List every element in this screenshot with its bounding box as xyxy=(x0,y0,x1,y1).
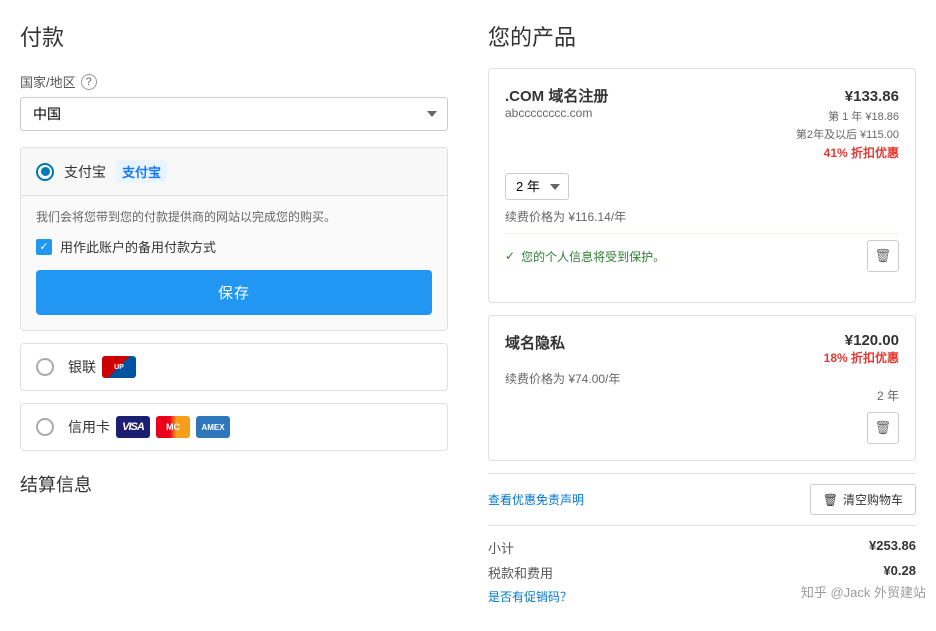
domain-header: .COM 域名注册 abcccccccc.com ¥133.86 第 1 年 ¥… xyxy=(505,85,899,163)
domain-name: .COM 域名注册 abcccccccc.com xyxy=(505,85,608,128)
unionpay-method[interactable]: 银联 UP xyxy=(20,343,448,391)
privacy-year-label: 2 年 xyxy=(505,387,899,404)
unionpay-logo-icon: UP xyxy=(102,356,136,378)
promo-link[interactable]: 是否有促销码？ xyxy=(488,588,572,605)
left-panel: 付款 国家/地区 ? 中国 支付宝 支付宝 xyxy=(20,20,448,611)
backup-label: 用作此账户的备用付款方式 xyxy=(60,237,216,256)
tax-value: ¥0.28 xyxy=(883,563,916,582)
subtotal-value: ¥253.86 xyxy=(869,538,916,557)
domain-delete-button[interactable]: 🗑 xyxy=(867,240,899,272)
privacy-price-area: ¥120.00 18% 折扣优惠 xyxy=(824,332,899,366)
help-icon[interactable]: ? xyxy=(81,74,97,90)
unionpay-logos: UP xyxy=(102,356,136,378)
privacy-product-card: 域名隐私 ¥120.00 18% 折扣优惠 续费价格为 ¥74.00/年 2 年… xyxy=(488,315,916,461)
unionpay-label: 银联 xyxy=(68,357,96,377)
page-container: 付款 国家/地区 ? 中国 支付宝 支付宝 xyxy=(0,0,936,631)
card-logos: VISA MC AMEX xyxy=(116,416,230,438)
privacy-delete-button[interactable]: 🗑 xyxy=(867,412,899,444)
alipay-header[interactable]: 支付宝 支付宝 xyxy=(21,148,447,195)
unionpay-radio[interactable] xyxy=(36,358,54,376)
alipay-radio[interactable] xyxy=(36,163,54,181)
creditcard-radio[interactable] xyxy=(36,418,54,436)
privacy-renewal: 续费价格为 ¥74.00/年 xyxy=(505,370,899,387)
right-panel: 您的产品 .COM 域名注册 abcccccccc.com ¥133.86 第 … xyxy=(488,20,916,611)
privacy-header: 域名隐私 ¥120.00 18% 折扣优惠 xyxy=(505,332,899,366)
alipay-method: 支付宝 支付宝 我们会将您带到您的付款提供商的网站以完成您的购买。 用作此账户的… xyxy=(20,147,448,331)
domain-price-details: ¥133.86 第 1 年 ¥18.86 第2年及以后 ¥115.00 41% … xyxy=(796,85,899,163)
domain-product-card: .COM 域名注册 abcccccccc.com ¥133.86 第 1 年 ¥… xyxy=(488,68,916,303)
visa-icon: VISA xyxy=(116,416,150,438)
alipay-text-label: 支付宝 xyxy=(64,162,106,182)
alipay-logo-area: 支付宝 支付宝 xyxy=(64,160,167,183)
privacy-name: 域名隐私 xyxy=(505,332,565,353)
mastercard-icon: MC xyxy=(156,416,190,438)
billing-title: 结算信息 xyxy=(20,471,448,497)
subtotal-label: 小计 xyxy=(488,538,514,557)
payment-title: 付款 xyxy=(20,20,448,52)
privacy-notice: ✓ 您的个人信息将受到保护。 🗑 xyxy=(505,233,899,278)
backup-payment-row: 用作此账户的备用付款方式 xyxy=(36,237,432,256)
alipay-brand-logo: 支付宝 xyxy=(116,160,167,183)
domain-renewal: 续费价格为 ¥116.14/年 xyxy=(505,208,899,225)
domain-year-select[interactable]: 2 年 xyxy=(505,173,569,200)
domain-discount: 41% 折扣优惠 xyxy=(796,144,899,163)
domain-year-row: 2 年 xyxy=(505,173,899,200)
page-wrapper: 付款 国家/地区 ? 中国 支付宝 支付宝 xyxy=(0,0,936,631)
promo-row: 是否有促销码？ xyxy=(488,588,916,605)
subtotal-row: 小计 ¥253.86 xyxy=(488,538,916,557)
amex-icon: AMEX xyxy=(196,416,230,438)
products-title: 您的产品 xyxy=(488,20,916,52)
privacy-delete-row: 🗑 xyxy=(505,412,899,444)
creditcard-method[interactable]: 信用卡 VISA MC AMEX xyxy=(20,403,448,451)
privacy-discount: 18% 折扣优惠 xyxy=(824,349,899,366)
alipay-note: 我们会将您带到您的付款提供商的网站以完成您的购买。 xyxy=(36,208,432,225)
country-select[interactable]: 中国 xyxy=(20,97,448,131)
country-label: 国家/地区 ? xyxy=(20,72,448,91)
creditcard-label: 信用卡 xyxy=(68,417,110,437)
backup-checkbox[interactable] xyxy=(36,239,52,255)
check-icon: ✓ xyxy=(505,249,515,263)
save-button[interactable]: 保存 xyxy=(36,270,432,315)
tax-label: 税款和费用 xyxy=(488,563,553,582)
alipay-expanded: 我们会将您带到您的付款提供商的网站以完成您的购买。 用作此账户的备用付款方式 保… xyxy=(21,195,447,330)
tax-row: 税款和费用 ¥0.28 xyxy=(488,563,916,582)
